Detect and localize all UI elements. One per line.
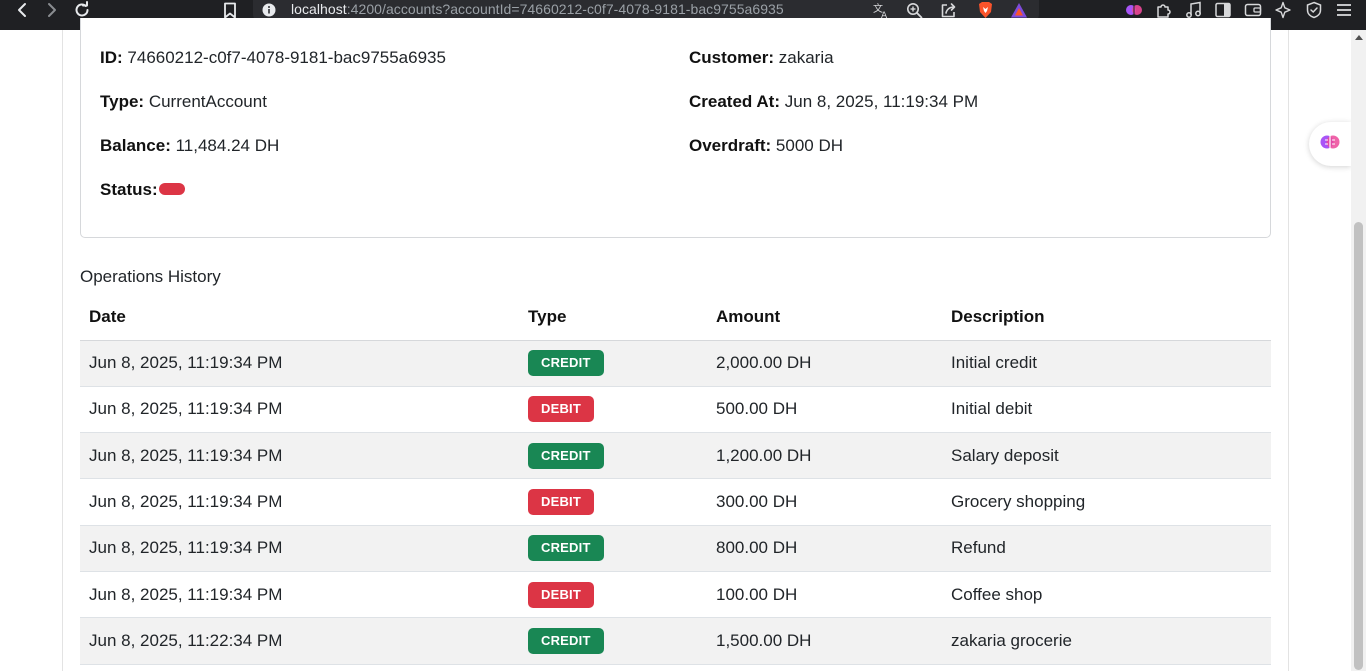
table-header-row: Date Type Amount Description	[80, 294, 1271, 341]
operation-type-cell: CREDIT	[519, 340, 707, 387]
account-type-value: CurrentAccount	[148, 92, 267, 111]
share-icon[interactable]	[939, 1, 957, 19]
overdraft-label: Overdraft:	[689, 136, 772, 155]
media-icon[interactable]	[1184, 0, 1204, 20]
sidebar-icon[interactable]	[1213, 0, 1233, 20]
operation-date: Jun 8, 2025, 11:19:34 PM	[80, 432, 519, 480]
overdraft-field: Overdraft: 5000 DH	[689, 135, 843, 157]
column-header-amount: Amount	[707, 294, 942, 341]
operation-date: Jun 8, 2025, 11:19:34 PM	[80, 386, 519, 434]
operation-amount: 100.00 DH	[707, 571, 942, 619]
table-row: Jun 8, 2025, 11:22:34 PM CREDIT 1,500.00…	[80, 617, 1271, 665]
table-row: Jun 8, 2025, 11:19:34 PM DEBIT 300.00 DH…	[80, 478, 1271, 526]
operation-date: Jun 8, 2025, 11:22:34 PM	[80, 617, 519, 665]
scroll-up-arrow-icon[interactable]	[1351, 30, 1366, 44]
table-row: Jun 8, 2025, 11:19:34 PM DEBIT 100.00 DH…	[80, 571, 1271, 619]
operation-description: Coffee shop	[942, 571, 1271, 619]
operations-history-title: Operations History	[80, 267, 221, 286]
created-at-field: Created At: Jun 8, 2025, 11:19:34 PM	[689, 91, 978, 113]
customize-icon[interactable]	[1273, 0, 1293, 20]
account-type-label: Type:	[100, 92, 145, 111]
operation-type-cell: CREDIT	[519, 432, 707, 480]
balance-label: Balance:	[100, 136, 171, 155]
operation-type-cell: DEBIT	[519, 571, 707, 619]
balance-field: Balance: 11,484.24 DH	[100, 135, 279, 157]
operation-description: Initial debit	[942, 386, 1271, 434]
operation-amount: 300.00 DH	[707, 478, 942, 526]
back-icon[interactable]	[10, 0, 34, 20]
bookmark-icon[interactable]	[218, 0, 242, 20]
operation-date: Jun 8, 2025, 11:19:34 PM	[80, 525, 519, 572]
account-id-value: 74660212-c0f7-4078-9181-bac9755a6935	[127, 48, 446, 67]
operation-amount: 1,500.00 DH	[707, 617, 942, 665]
operation-date: Jun 8, 2025, 11:19:34 PM	[80, 571, 519, 619]
operation-type-cell: DEBIT	[519, 478, 707, 526]
operation-description: Salary deposit	[942, 432, 1271, 480]
created-at-label: Created At:	[689, 92, 780, 111]
credit-badge: CREDIT	[528, 350, 604, 377]
status-label: Status:	[100, 180, 158, 199]
operation-amount: 2,000.00 DH	[707, 340, 942, 387]
table-row: Jun 8, 2025, 11:19:34 PM CREDIT 1,200.00…	[80, 432, 1271, 480]
customer-label: Customer:	[689, 48, 775, 67]
menu-icon[interactable]	[1334, 0, 1354, 20]
operation-amount: 800.00 DH	[707, 525, 942, 572]
operation-description: zakaria grocerie	[942, 617, 1271, 665]
column-header-date: Date	[80, 294, 519, 341]
debit-badge: DEBIT	[528, 396, 594, 423]
column-header-type: Type	[519, 294, 707, 341]
debit-badge: DEBIT	[528, 581, 594, 608]
reload-icon[interactable]	[70, 0, 94, 20]
table-row: Jun 8, 2025, 11:19:34 PM CREDIT 2,000.00…	[80, 340, 1271, 387]
wallet-icon[interactable]	[1243, 0, 1263, 20]
brave-rewards-icon[interactable]	[1010, 1, 1028, 19]
brain-icon	[1319, 131, 1341, 158]
zoom-icon[interactable]	[905, 1, 923, 19]
debit-badge: DEBIT	[528, 489, 594, 516]
overdraft-value: 5000 DH	[775, 136, 844, 155]
customer-field: Customer: zakaria	[689, 47, 834, 69]
extensions-icon[interactable]	[1154, 0, 1174, 20]
page-scrollbar[interactable]	[1351, 30, 1366, 671]
operation-amount: 1,200.00 DH	[707, 432, 942, 480]
operation-type-cell: CREDIT	[519, 617, 707, 665]
url-text[interactable]: localhost:4200/accounts?accountId=746602…	[291, 1, 784, 18]
table-row: Jun 8, 2025, 11:19:34 PM DEBIT 500.00 DH…	[80, 386, 1271, 434]
status-field: Status:	[100, 179, 185, 201]
operations-table: Date Type Amount Description Jun 8, 2025…	[80, 294, 1271, 665]
brave-shields-icon[interactable]	[976, 1, 994, 19]
scrollbar-thumb[interactable]	[1354, 222, 1363, 670]
operation-amount: 500.00 DH	[707, 386, 942, 434]
credit-badge: CREDIT	[528, 627, 604, 654]
account-type-field: Type: CurrentAccount	[100, 91, 267, 113]
operation-description: Refund	[942, 525, 1271, 572]
leo-ai-icon[interactable]	[1124, 0, 1144, 20]
account-id-label: ID:	[100, 48, 123, 67]
account-id-field: ID: 74660212-c0f7-4078-9181-bac9755a6935	[100, 47, 446, 69]
table-row: Jun 8, 2025, 11:19:34 PM CREDIT 800.00 D…	[80, 525, 1271, 572]
operation-description: Grocery shopping	[942, 478, 1271, 526]
operation-type-cell: CREDIT	[519, 525, 707, 572]
status-badge	[158, 182, 185, 195]
credit-badge: CREDIT	[528, 535, 604, 562]
vpn-icon[interactable]	[1304, 0, 1324, 20]
forward-icon[interactable]	[40, 0, 64, 20]
credit-badge: CREDIT	[528, 442, 604, 469]
operation-type-cell: DEBIT	[519, 386, 707, 434]
translate-icon[interactable]: 文A	[872, 1, 890, 19]
operation-date: Jun 8, 2025, 11:19:34 PM	[80, 478, 519, 526]
created-at-value: Jun 8, 2025, 11:19:34 PM	[784, 92, 979, 111]
column-header-description: Description	[942, 294, 1271, 341]
operation-date: Jun 8, 2025, 11:19:34 PM	[80, 340, 519, 387]
balance-value: 11,484.24 DH	[175, 136, 280, 155]
account-details-card: ID: 74660212-c0f7-4078-9181-bac9755a6935…	[80, 18, 1271, 238]
site-info-icon[interactable]	[262, 3, 276, 17]
operation-description: Initial credit	[942, 340, 1271, 387]
leo-assistant-button[interactable]	[1309, 122, 1351, 166]
customer-value: zakaria	[778, 48, 834, 67]
